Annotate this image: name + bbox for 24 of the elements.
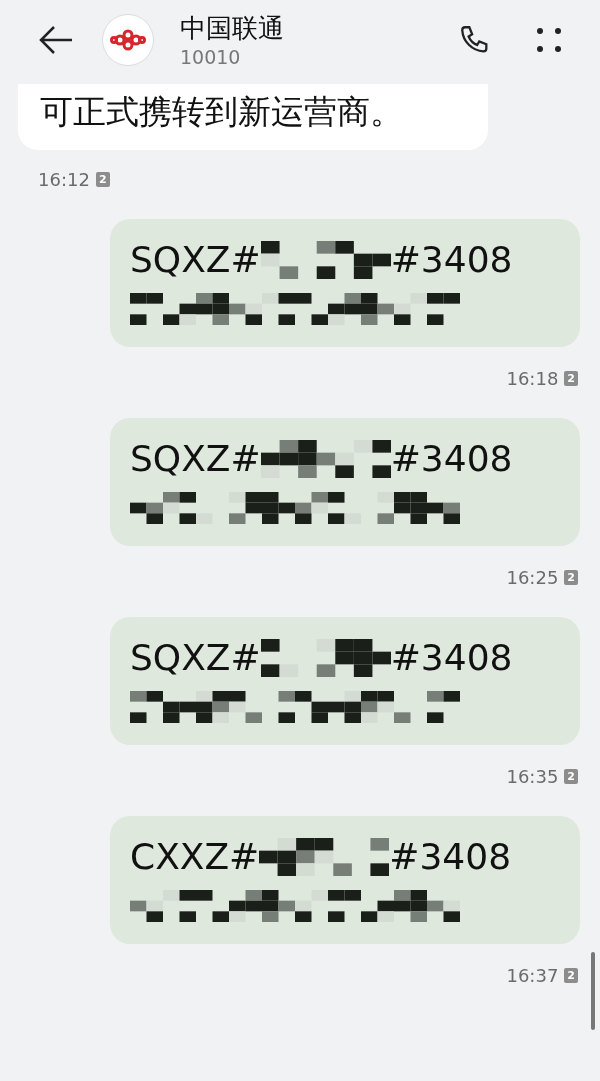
message-code: SQXZ#: [130, 437, 261, 481]
message-time: 16:18: [506, 367, 559, 391]
sim-badge: 2: [564, 570, 578, 585]
contact-avatar: [102, 14, 154, 66]
message-time: 16:37: [506, 964, 559, 988]
message-code: #3408: [390, 238, 513, 282]
contact-name: 中国联通: [180, 12, 284, 45]
message-time: 16:25: [506, 566, 559, 590]
message-code: SQXZ#: [130, 238, 261, 282]
message-text: 可正式携转到新运营商。: [40, 91, 404, 133]
message-code: CXXZ#: [130, 835, 260, 879]
sim-badge: 2: [564, 371, 578, 386]
message-code: #3408: [390, 636, 513, 680]
back-icon[interactable]: [38, 25, 74, 55]
more-icon[interactable]: [536, 27, 562, 53]
contact-number: 10010: [180, 45, 242, 69]
message-time: 16:35: [506, 765, 559, 789]
message-code: SQXZ#: [130, 636, 261, 680]
sim-badge: 2: [564, 968, 578, 983]
message-code: #3408: [390, 437, 513, 481]
message-time: 16:12: [38, 168, 90, 192]
sim-badge: 2: [95, 172, 110, 187]
sim-badge: 2: [564, 769, 578, 784]
message-code: #3408: [389, 835, 512, 879]
